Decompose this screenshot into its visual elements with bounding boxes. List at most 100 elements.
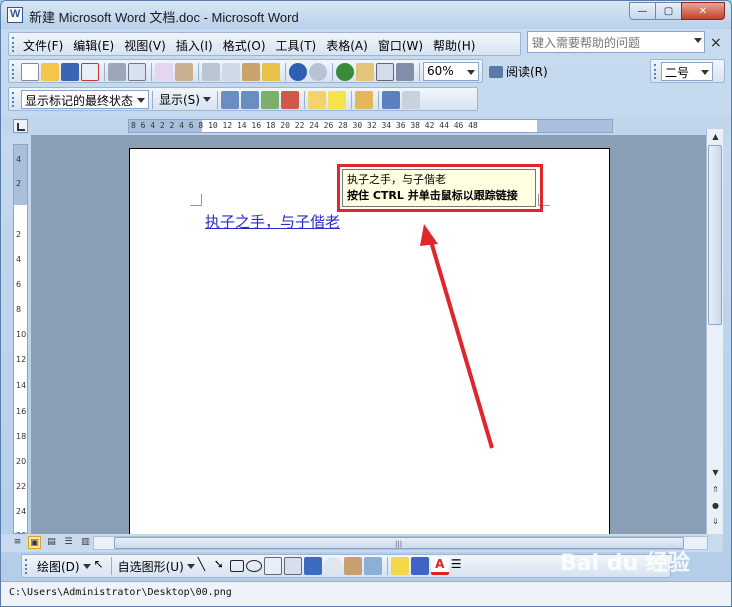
document-close-button[interactable]: ×: [710, 35, 722, 51]
toolbar-grip[interactable]: [12, 64, 15, 79]
chevron-down-icon[interactable]: [694, 38, 702, 43]
maximize-button[interactable]: ▢: [655, 2, 682, 20]
read-button[interactable]: 阅读(R): [486, 63, 551, 80]
normal-view-icon[interactable]: ≡: [11, 536, 24, 549]
paste-icon[interactable]: [242, 62, 260, 81]
insert-comment-icon[interactable]: [307, 90, 326, 109]
web-layout-view-icon[interactable]: ▣: [28, 536, 41, 549]
reading-layout-view-icon[interactable]: ▥: [79, 536, 92, 549]
vertical-ruler-number: 12: [16, 355, 27, 364]
zoom-select[interactable]: 60%: [423, 62, 479, 81]
horizontal-ruler[interactable]: 8 6 4 2 2 4 6 8 10 12 14 16 18 20 22 24 …: [128, 119, 613, 133]
wordart-icon[interactable]: [303, 557, 322, 575]
font-size-select[interactable]: 二号: [661, 62, 713, 81]
accept-change-icon[interactable]: [260, 90, 279, 109]
menu-item[interactable]: 表格(A): [322, 36, 372, 55]
columns-icon[interactable]: [396, 62, 414, 81]
select-browse-object-icon[interactable]: ●: [709, 500, 722, 512]
spelling-icon[interactable]: [155, 62, 173, 81]
markup-mode-select[interactable]: 显示标记的最终状态: [21, 90, 149, 109]
menu-item[interactable]: 帮助(H): [429, 36, 479, 55]
insert-hyperlink-icon[interactable]: [336, 62, 354, 81]
highlight-icon[interactable]: [327, 90, 346, 109]
insert-picture-icon[interactable]: [363, 557, 382, 575]
new-document-icon[interactable]: [21, 62, 39, 81]
menu-item[interactable]: 格式(O): [219, 36, 270, 55]
scroll-up-icon[interactable]: ▲: [709, 131, 722, 143]
vertical-scrollbar[interactable]: ▲ ▼ ⇑ ● ⇓: [706, 129, 723, 534]
undo-icon[interactable]: [289, 62, 307, 81]
print-layout-view-icon[interactable]: ▤: [45, 536, 58, 549]
toolbar-separator: [198, 62, 199, 81]
vertical-ruler-number: 2: [16, 230, 22, 239]
status-bar: C:\Users\Administrator\Desktop\00.png: [1, 581, 731, 606]
draw-menu-button[interactable]: 绘图(D): [34, 558, 94, 575]
chevron-down-icon[interactable]: [701, 70, 709, 75]
previous-page-icon[interactable]: ⇑: [709, 484, 722, 496]
line-style-icon[interactable]: ☰: [451, 557, 465, 575]
vertical-ruler-number: 10: [16, 330, 27, 339]
line-icon[interactable]: ╲: [198, 557, 212, 575]
cut-icon[interactable]: [202, 62, 220, 81]
track-changes-icon[interactable]: [354, 90, 373, 109]
diagram-icon[interactable]: [323, 557, 342, 575]
toolbar-grip[interactable]: [25, 559, 28, 574]
help-search-input[interactable]: 键入需要帮助的问题: [527, 31, 705, 53]
format-painter-icon[interactable]: [262, 62, 280, 81]
outline-view-icon[interactable]: ☰: [62, 536, 75, 549]
permission-icon[interactable]: [81, 62, 99, 81]
word-app-icon[interactable]: [7, 7, 23, 23]
chevron-down-icon[interactable]: [137, 98, 145, 103]
vertical-scroll-thumb[interactable]: [708, 145, 722, 325]
save-icon[interactable]: [61, 62, 79, 81]
redo-icon[interactable]: [309, 62, 327, 81]
menu-item[interactable]: 文件(F): [19, 36, 67, 55]
menu-item[interactable]: 视图(V): [120, 36, 170, 55]
rectangle-icon[interactable]: [229, 560, 244, 572]
hyperlink-text[interactable]: 执子之手，与子偕老: [205, 211, 340, 232]
autoshapes-menu-button[interactable]: 自选图形(U): [115, 558, 198, 575]
reject-change-icon[interactable]: [280, 90, 299, 109]
vertical-ruler-number: 22: [16, 482, 27, 491]
toolbar-separator: [482, 62, 483, 81]
previous-change-icon[interactable]: [220, 90, 239, 109]
title-bar[interactable]: 新建 Microsoft Word 文档.doc - Microsoft Wor…: [1, 1, 731, 29]
vertical-text-box-icon[interactable]: [283, 557, 302, 575]
toolbar-grip[interactable]: [12, 37, 15, 52]
clip-art-icon[interactable]: [343, 557, 362, 575]
select-objects-icon[interactable]: ↖: [94, 557, 106, 575]
toolbar-grip[interactable]: [654, 64, 657, 79]
fill-color-icon[interactable]: [390, 557, 409, 575]
copy-icon[interactable]: [222, 62, 240, 81]
tables-borders-icon[interactable]: [356, 62, 374, 81]
menu-item[interactable]: 编辑(E): [69, 36, 118, 55]
show-menu-button[interactable]: 显示(S): [156, 91, 214, 108]
text-box-icon[interactable]: [263, 557, 282, 575]
arrow-icon[interactable]: ➘: [214, 557, 228, 575]
menu-item[interactable]: 工具(T): [272, 36, 321, 55]
chevron-down-icon[interactable]: [467, 70, 475, 75]
menu-item[interactable]: 插入(I): [172, 36, 217, 55]
insert-table-icon[interactable]: [376, 62, 394, 81]
research-icon[interactable]: [175, 62, 193, 81]
print-icon[interactable]: [108, 62, 126, 81]
close-button[interactable]: ✕: [681, 2, 725, 20]
next-page-icon[interactable]: ⇓: [709, 516, 722, 528]
toolbar-grip[interactable]: [12, 92, 15, 107]
tab-selector-icon[interactable]: [13, 119, 28, 133]
book-icon: [489, 65, 503, 78]
word-window: 新建 Microsoft Word 文档.doc - Microsoft Wor…: [0, 0, 732, 607]
line-color-icon[interactable]: [410, 557, 429, 575]
menu-item[interactable]: 窗口(W): [374, 36, 427, 55]
next-change-icon[interactable]: [240, 90, 259, 109]
minimize-button[interactable]: —: [629, 2, 656, 20]
watermark-text: Bai du 经验: [560, 551, 690, 576]
vertical-ruler[interactable]: 422468101214161820222426: [13, 144, 28, 540]
open-folder-icon[interactable]: [41, 62, 59, 81]
reviewing-pane-disabled-icon: [401, 90, 420, 109]
reviewing-pane-icon[interactable]: [381, 90, 400, 109]
font-color-icon[interactable]: A: [430, 557, 449, 575]
oval-icon[interactable]: [245, 560, 262, 572]
scroll-down-icon[interactable]: ▼: [709, 467, 722, 479]
print-preview-icon[interactable]: [128, 62, 146, 81]
